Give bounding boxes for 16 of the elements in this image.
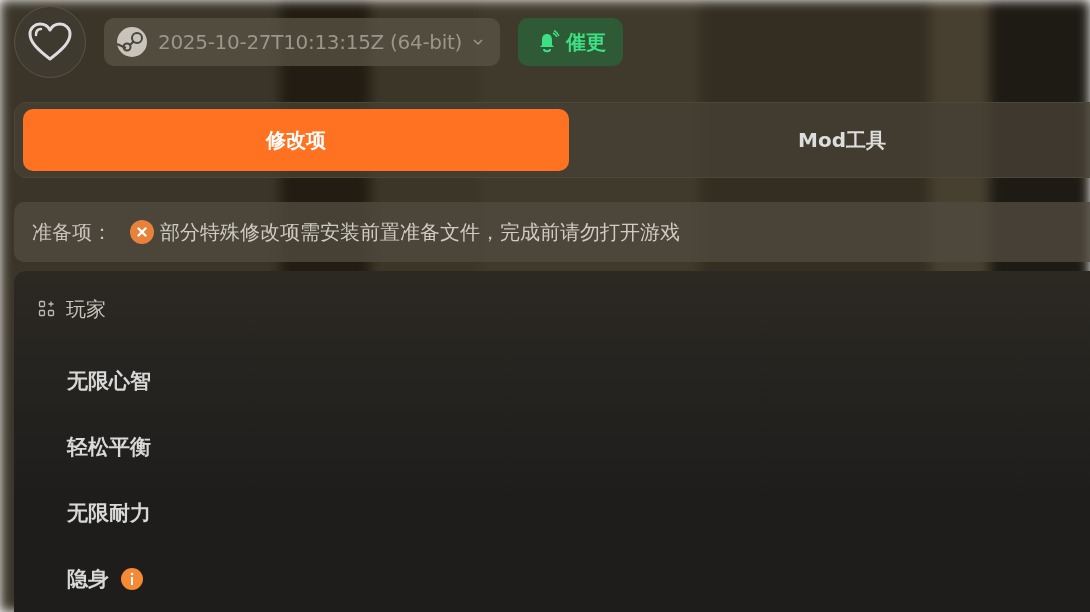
prerequisites-message: 部分特殊修改项需安装前置准备文件，完成前请勿打开游戏 <box>160 218 680 246</box>
version-dropdown[interactable]: 2025-10-27T10:13:15Z (64-bit) <box>104 18 500 66</box>
cheat-label: 无限耐力 <box>67 500 151 527</box>
tab[interactable]: 修改项 <box>23 109 569 171</box>
urge-button[interactable]: 催更 <box>518 18 623 66</box>
cheat-label: 轻松平衡 <box>67 434 151 461</box>
apps-add-icon <box>38 300 56 318</box>
chevron-down-icon <box>472 38 484 46</box>
info-icon[interactable] <box>121 568 143 590</box>
heart-icon <box>27 22 73 62</box>
cheat-label: 无限心智 <box>67 368 151 395</box>
cheat-label: 隐身 <box>67 566 109 593</box>
prerequisites-label: 准备项： <box>32 218 112 246</box>
steam-icon <box>116 26 148 58</box>
section-title: 玩家 <box>66 295 106 323</box>
tab[interactable]: Mod工具 <box>569 109 1090 171</box>
